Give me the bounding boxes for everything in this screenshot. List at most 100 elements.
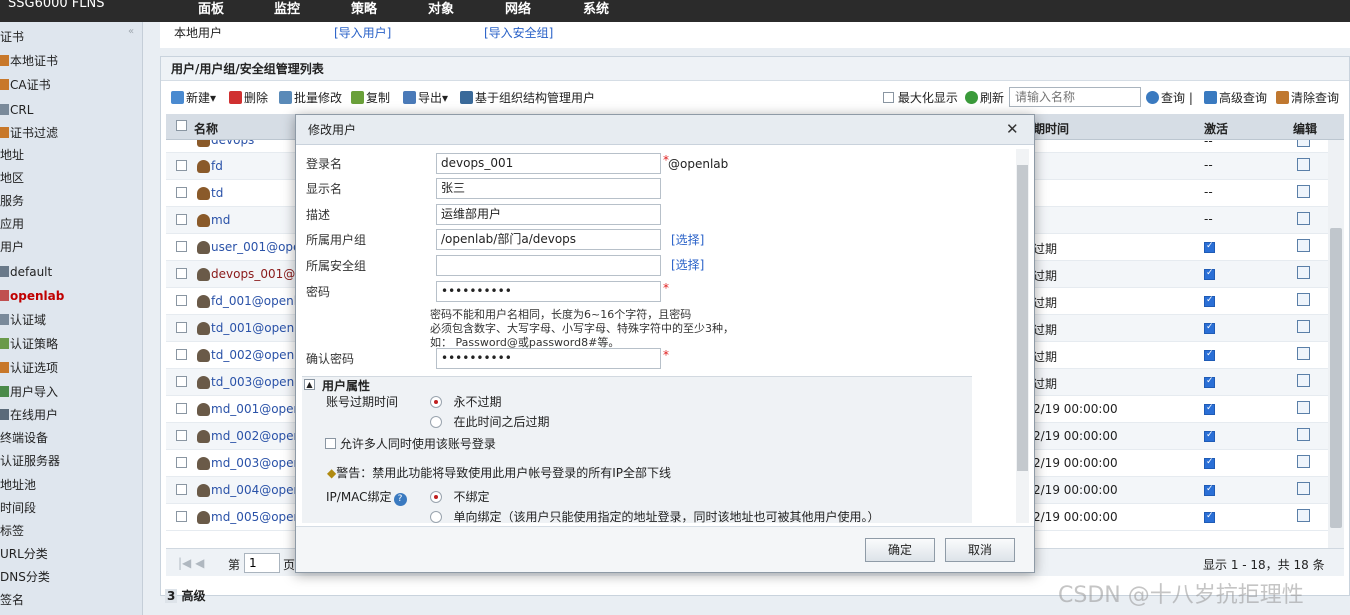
row-checkbox[interactable]	[176, 160, 187, 171]
select-security-group-link[interactable]: [选择]	[671, 256, 704, 273]
sidebar-item-time-range[interactable]: 时间段	[0, 498, 36, 518]
import-group-link[interactable]: [导入安全组]	[484, 24, 553, 41]
edit-icon[interactable]	[1297, 347, 1310, 360]
sidebar-item-dns-category[interactable]: DNS分类	[0, 567, 50, 587]
active-checkbox[interactable]	[1204, 241, 1215, 253]
sidebar-item-cert-filter[interactable]: 证书过滤	[0, 123, 58, 143]
edit-icon[interactable]	[1297, 320, 1310, 333]
row-checkbox[interactable]	[176, 376, 187, 387]
sidebar-item-auth-server[interactable]: 认证服务器	[0, 451, 60, 471]
sidebar-item-auth-domain[interactable]: 认证域	[0, 310, 46, 330]
export-button[interactable]: 导出▾	[403, 89, 448, 106]
row-name[interactable]: devops_001@o	[211, 267, 303, 281]
row-name[interactable]: md_003@openl	[211, 456, 305, 470]
col-name[interactable]: 名称	[194, 120, 218, 137]
password-input[interactable]: ••••••••••	[436, 281, 661, 302]
org-manage-button[interactable]: 基于组织结构管理用户	[460, 89, 595, 106]
multi-login-checkbox[interactable]	[325, 438, 336, 449]
sidebar-item-auth-option[interactable]: 认证选项	[0, 358, 58, 378]
row-checkbox[interactable]	[176, 457, 187, 468]
security-group-input[interactable]	[436, 255, 661, 276]
grid-scrollbar[interactable]	[1328, 140, 1344, 548]
row-name[interactable]: td_003@openla	[211, 375, 305, 389]
sidebar-item-service[interactable]: 服务	[0, 191, 24, 211]
radio-unselected[interactable]	[430, 511, 442, 523]
sidebar-item-url-category[interactable]: URL分类	[0, 544, 48, 564]
row-checkbox[interactable]	[176, 430, 187, 441]
first-page-icon[interactable]: |◀ ◀	[178, 556, 204, 570]
row-name[interactable]: md_001@openl	[211, 402, 305, 416]
edit-icon[interactable]	[1297, 293, 1310, 306]
edit-icon[interactable]	[1297, 428, 1310, 441]
edit-icon[interactable]	[1297, 455, 1310, 468]
help-icon[interactable]: ?	[393, 493, 407, 506]
expire-after-option[interactable]: 在此时间之后过期	[430, 413, 549, 430]
tab-local-user[interactable]: 本地用户	[174, 24, 222, 41]
row-checkbox[interactable]	[176, 322, 187, 333]
active-checkbox[interactable]	[1204, 403, 1215, 415]
active-checkbox[interactable]	[1204, 376, 1215, 388]
row-checkbox[interactable]	[176, 403, 187, 414]
edit-icon[interactable]	[1297, 212, 1310, 225]
row-checkbox[interactable]	[176, 214, 187, 225]
edit-icon[interactable]	[1297, 158, 1310, 171]
sidebar-item-signature[interactable]: 签名	[0, 590, 24, 610]
sidebar-item-crl[interactable]: CRL	[0, 100, 33, 120]
new-button[interactable]: 新建▾	[171, 89, 216, 106]
sidebar-item-application[interactable]: 应用	[0, 214, 24, 234]
row-name[interactable]: fd_001@openla	[211, 294, 304, 308]
ok-button[interactable]: 确定	[865, 538, 935, 562]
radio-selected[interactable]	[430, 396, 442, 408]
edit-icon[interactable]	[1297, 482, 1310, 495]
row-name[interactable]: devops	[211, 140, 254, 147]
login-name-input[interactable]: devops_001	[436, 153, 661, 174]
row-checkbox[interactable]	[176, 349, 187, 360]
close-icon[interactable]: ✕	[1006, 120, 1019, 138]
row-name[interactable]: user_001@oper	[211, 240, 305, 254]
sidebar-item-online-user[interactable]: 在线用户	[0, 405, 58, 425]
description-input[interactable]: 运维部用户	[436, 204, 661, 225]
nav-network[interactable]: 网络	[505, 0, 531, 22]
row-name[interactable]: md	[211, 213, 230, 227]
sidebar-item-default[interactable]: default	[0, 262, 52, 282]
col-active[interactable]: 激活	[1204, 120, 1228, 137]
user-group-input[interactable]: /openlab/部门a/devops	[436, 229, 661, 250]
sidebar-item-region[interactable]: 地区	[0, 168, 24, 188]
collapse-icon[interactable]: «	[128, 26, 134, 37]
nav-dashboard[interactable]: 面板	[198, 0, 224, 22]
display-name-input[interactable]: 张三	[436, 178, 661, 199]
page-input[interactable]	[244, 553, 280, 573]
sidebar-item-local-cert[interactable]: 本地证书	[0, 51, 58, 71]
row-name[interactable]: md_002@openl	[211, 429, 305, 443]
import-user-link[interactable]: [导入用户]	[334, 24, 391, 41]
sidebar-item-cert[interactable]: 证书	[0, 27, 24, 47]
nav-system[interactable]: 系统	[583, 0, 609, 22]
active-checkbox[interactable]	[1204, 484, 1215, 496]
active-checkbox[interactable]	[1204, 457, 1215, 469]
edit-icon[interactable]	[1297, 374, 1310, 387]
sidebar-item-user[interactable]: 用户	[0, 237, 24, 257]
sidebar-item-user-import[interactable]: 用户导入	[0, 382, 58, 402]
edit-icon[interactable]	[1297, 401, 1310, 414]
expire-never-option[interactable]: 永不过期	[430, 393, 501, 410]
advanced-query-button[interactable]: 高级查询	[1204, 89, 1267, 106]
active-checkbox[interactable]	[1204, 295, 1215, 307]
sidebar-item-tag[interactable]: 标签	[0, 521, 24, 541]
multi-login-option[interactable]: 允许多人同时使用该账号登录	[325, 435, 496, 452]
row-checkbox[interactable]	[176, 187, 187, 198]
edit-icon[interactable]	[1297, 239, 1310, 252]
maximize-checkbox[interactable]	[883, 92, 894, 103]
maximize-toggle[interactable]: 最大化显示	[883, 89, 958, 106]
active-checkbox[interactable]	[1204, 349, 1215, 361]
row-name[interactable]: td_002@openla	[211, 348, 305, 362]
edit-icon[interactable]	[1297, 509, 1310, 522]
collapse-toggle-icon[interactable]: ▲	[304, 379, 315, 390]
nav-policy[interactable]: 策略	[351, 0, 377, 22]
active-checkbox[interactable]	[1204, 511, 1215, 523]
scroll-thumb[interactable]	[1330, 228, 1342, 528]
search-input[interactable]	[1009, 87, 1141, 107]
sidebar-item-auth-policy[interactable]: 认证策略	[0, 334, 58, 354]
sidebar-item-address[interactable]: 地址	[0, 145, 24, 165]
select-group-link[interactable]: [选择]	[671, 231, 704, 248]
edit-icon[interactable]	[1297, 140, 1310, 147]
